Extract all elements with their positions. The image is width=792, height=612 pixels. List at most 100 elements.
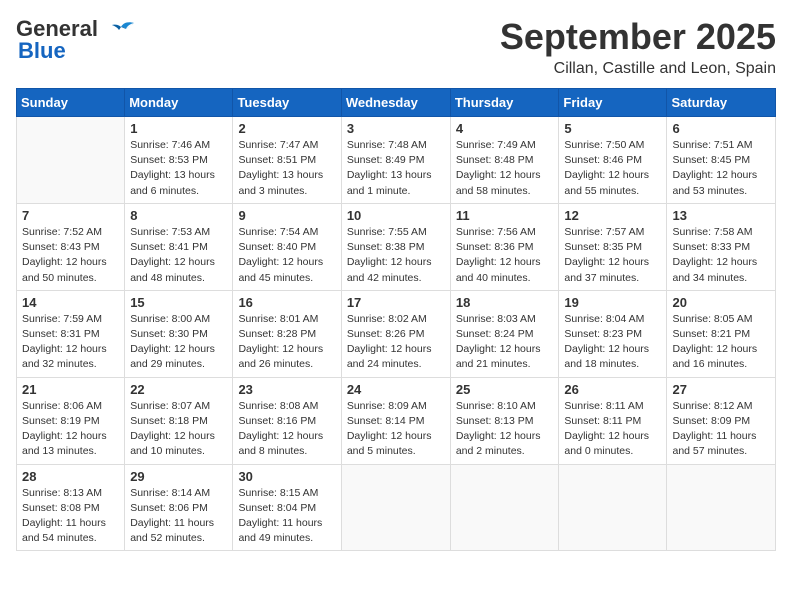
calendar-cell: 3 Sunrise: 7:48 AM Sunset: 8:49 PM Daylig… bbox=[341, 117, 450, 204]
weekday-header: Sunday bbox=[17, 89, 125, 117]
calendar-cell: 29 Sunrise: 8:14 AM Sunset: 8:06 PM Dayli… bbox=[125, 464, 233, 551]
day-number: 14 bbox=[22, 295, 119, 310]
day-info: Sunrise: 7:58 AM Sunset: 8:33 PM Dayligh… bbox=[672, 225, 770, 286]
weekday-header: Thursday bbox=[450, 89, 559, 117]
day-info: Sunrise: 8:03 AM Sunset: 8:24 PM Dayligh… bbox=[456, 312, 554, 373]
calendar-cell: 8 Sunrise: 7:53 AM Sunset: 8:41 PM Daylig… bbox=[125, 203, 233, 290]
logo-blue-text: Blue bbox=[18, 38, 66, 64]
month-title: September 2025 bbox=[500, 16, 776, 58]
weekday-header: Monday bbox=[125, 89, 233, 117]
day-info: Sunrise: 8:15 AM Sunset: 8:04 PM Dayligh… bbox=[238, 486, 335, 547]
calendar-cell: 27 Sunrise: 8:12 AM Sunset: 8:09 PM Dayli… bbox=[667, 377, 776, 464]
calendar-cell: 24Sunrise: 8:09 AM Sunset: 8:14 PM Dayli… bbox=[341, 377, 450, 464]
calendar-week-row: 1Sunrise: 7:46 AM Sunset: 8:53 PM Daylig… bbox=[17, 117, 776, 204]
weekday-header: Saturday bbox=[667, 89, 776, 117]
day-info: Sunrise: 7:47 AM Sunset: 8:51 PM Dayligh… bbox=[238, 138, 335, 199]
page-header: General Blue September 2025 Cillan, Cast… bbox=[16, 16, 776, 78]
calendar-cell: 17 Sunrise: 8:02 AM Sunset: 8:26 PM Dayli… bbox=[341, 290, 450, 377]
calendar-cell: 19Sunrise: 8:04 AM Sunset: 8:23 PM Dayli… bbox=[559, 290, 667, 377]
calendar-cell: 2 Sunrise: 7:47 AM Sunset: 8:51 PM Daylig… bbox=[233, 117, 341, 204]
calendar-header-row: SundayMondayTuesdayWednesdayThursdayFrid… bbox=[17, 89, 776, 117]
day-number: 8 bbox=[130, 208, 227, 223]
calendar-cell: 20 Sunrise: 8:05 AM Sunset: 8:21 PM Dayli… bbox=[667, 290, 776, 377]
calendar-cell bbox=[17, 117, 125, 204]
calendar-cell: 1Sunrise: 7:46 AM Sunset: 8:53 PM Daylig… bbox=[125, 117, 233, 204]
day-number: 2 bbox=[238, 121, 335, 136]
day-number: 6 bbox=[672, 121, 770, 136]
day-number: 27 bbox=[672, 382, 770, 397]
calendar-cell: 21 Sunrise: 8:06 AM Sunset: 8:19 PM Dayli… bbox=[17, 377, 125, 464]
calendar-cell: 5 Sunrise: 7:50 AM Sunset: 8:46 PM Daylig… bbox=[559, 117, 667, 204]
day-info: Sunrise: 8:12 AM Sunset: 8:09 PM Dayligh… bbox=[672, 399, 770, 460]
day-info: Sunrise: 8:14 AM Sunset: 8:06 PM Dayligh… bbox=[130, 486, 227, 547]
calendar-cell bbox=[559, 464, 667, 551]
day-number: 19 bbox=[564, 295, 661, 310]
calendar-cell: 25Sunrise: 8:10 AM Sunset: 8:13 PM Dayli… bbox=[450, 377, 559, 464]
calendar-cell: 6 Sunrise: 7:51 AM Sunset: 8:45 PM Daylig… bbox=[667, 117, 776, 204]
day-info: Sunrise: 7:56 AM Sunset: 8:36 PM Dayligh… bbox=[456, 225, 554, 286]
day-info: Sunrise: 8:07 AM Sunset: 8:18 PM Dayligh… bbox=[130, 399, 227, 460]
weekday-header: Wednesday bbox=[341, 89, 450, 117]
calendar-cell: 23 Sunrise: 8:08 AM Sunset: 8:16 PM Dayli… bbox=[233, 377, 341, 464]
day-number: 17 bbox=[347, 295, 445, 310]
day-number: 3 bbox=[347, 121, 445, 136]
calendar-cell: 4Sunrise: 7:49 AM Sunset: 8:48 PM Daylig… bbox=[450, 117, 559, 204]
day-info: Sunrise: 7:50 AM Sunset: 8:46 PM Dayligh… bbox=[564, 138, 661, 199]
day-info: Sunrise: 7:49 AM Sunset: 8:48 PM Dayligh… bbox=[456, 138, 554, 199]
title-area: September 2025 Cillan, Castille and Leon… bbox=[500, 16, 776, 78]
day-number: 22 bbox=[130, 382, 227, 397]
calendar-cell: 22 Sunrise: 8:07 AM Sunset: 8:18 PM Dayli… bbox=[125, 377, 233, 464]
calendar-cell bbox=[341, 464, 450, 551]
day-info: Sunrise: 8:02 AM Sunset: 8:26 PM Dayligh… bbox=[347, 312, 445, 373]
day-info: Sunrise: 8:13 AM Sunset: 8:08 PM Dayligh… bbox=[22, 486, 119, 547]
calendar-table: SundayMondayTuesdayWednesdayThursdayFrid… bbox=[16, 88, 776, 551]
day-number: 21 bbox=[22, 382, 119, 397]
calendar-cell: 9Sunrise: 7:54 AM Sunset: 8:40 PM Daylig… bbox=[233, 203, 341, 290]
calendar-week-row: 21 Sunrise: 8:06 AM Sunset: 8:19 PM Dayli… bbox=[17, 377, 776, 464]
day-info: Sunrise: 8:06 AM Sunset: 8:19 PM Dayligh… bbox=[22, 399, 119, 460]
day-number: 29 bbox=[130, 469, 227, 484]
day-number: 10 bbox=[347, 208, 445, 223]
calendar-week-row: 14 Sunrise: 7:59 AM Sunset: 8:31 PM Dayli… bbox=[17, 290, 776, 377]
calendar-cell: 30 Sunrise: 8:15 AM Sunset: 8:04 PM Dayli… bbox=[233, 464, 341, 551]
day-info: Sunrise: 8:05 AM Sunset: 8:21 PM Dayligh… bbox=[672, 312, 770, 373]
day-number: 24 bbox=[347, 382, 445, 397]
day-info: Sunrise: 8:01 AM Sunset: 8:28 PM Dayligh… bbox=[238, 312, 335, 373]
calendar-cell: 18 Sunrise: 8:03 AM Sunset: 8:24 PM Dayli… bbox=[450, 290, 559, 377]
day-info: Sunrise: 7:53 AM Sunset: 8:41 PM Dayligh… bbox=[130, 225, 227, 286]
day-info: Sunrise: 7:51 AM Sunset: 8:45 PM Dayligh… bbox=[672, 138, 770, 199]
day-number: 5 bbox=[564, 121, 661, 136]
calendar-cell: 10 Sunrise: 7:55 AM Sunset: 8:38 PM Dayli… bbox=[341, 203, 450, 290]
day-info: Sunrise: 7:57 AM Sunset: 8:35 PM Dayligh… bbox=[564, 225, 661, 286]
day-number: 30 bbox=[238, 469, 335, 484]
day-number: 12 bbox=[564, 208, 661, 223]
day-info: Sunrise: 8:08 AM Sunset: 8:16 PM Dayligh… bbox=[238, 399, 335, 460]
calendar-cell: 15Sunrise: 8:00 AM Sunset: 8:30 PM Dayli… bbox=[125, 290, 233, 377]
day-number: 28 bbox=[22, 469, 119, 484]
calendar-cell: 7Sunrise: 7:52 AM Sunset: 8:43 PM Daylig… bbox=[17, 203, 125, 290]
calendar-cell: 14 Sunrise: 7:59 AM Sunset: 8:31 PM Dayli… bbox=[17, 290, 125, 377]
day-info: Sunrise: 7:48 AM Sunset: 8:49 PM Dayligh… bbox=[347, 138, 445, 199]
calendar-cell: 13Sunrise: 7:58 AM Sunset: 8:33 PM Dayli… bbox=[667, 203, 776, 290]
day-number: 1 bbox=[130, 121, 227, 136]
weekday-header: Tuesday bbox=[233, 89, 341, 117]
day-info: Sunrise: 8:10 AM Sunset: 8:13 PM Dayligh… bbox=[456, 399, 554, 460]
day-info: Sunrise: 7:59 AM Sunset: 8:31 PM Dayligh… bbox=[22, 312, 119, 373]
calendar-cell: 28 Sunrise: 8:13 AM Sunset: 8:08 PM Dayli… bbox=[17, 464, 125, 551]
day-number: 23 bbox=[238, 382, 335, 397]
day-info: Sunrise: 7:54 AM Sunset: 8:40 PM Dayligh… bbox=[238, 225, 335, 286]
weekday-header: Friday bbox=[559, 89, 667, 117]
calendar-cell: 12 Sunrise: 7:57 AM Sunset: 8:35 PM Dayli… bbox=[559, 203, 667, 290]
day-number: 26 bbox=[564, 382, 661, 397]
logo-bird-icon bbox=[106, 19, 136, 41]
day-number: 20 bbox=[672, 295, 770, 310]
calendar-cell: 16Sunrise: 8:01 AM Sunset: 8:28 PM Dayli… bbox=[233, 290, 341, 377]
day-number: 18 bbox=[456, 295, 554, 310]
location-title: Cillan, Castille and Leon, Spain bbox=[500, 60, 776, 78]
calendar-cell bbox=[667, 464, 776, 551]
day-info: Sunrise: 7:52 AM Sunset: 8:43 PM Dayligh… bbox=[22, 225, 119, 286]
day-number: 11 bbox=[456, 208, 554, 223]
calendar-cell: 26Sunrise: 8:11 AM Sunset: 8:11 PM Dayli… bbox=[559, 377, 667, 464]
day-number: 15 bbox=[130, 295, 227, 310]
day-info: Sunrise: 7:55 AM Sunset: 8:38 PM Dayligh… bbox=[347, 225, 445, 286]
